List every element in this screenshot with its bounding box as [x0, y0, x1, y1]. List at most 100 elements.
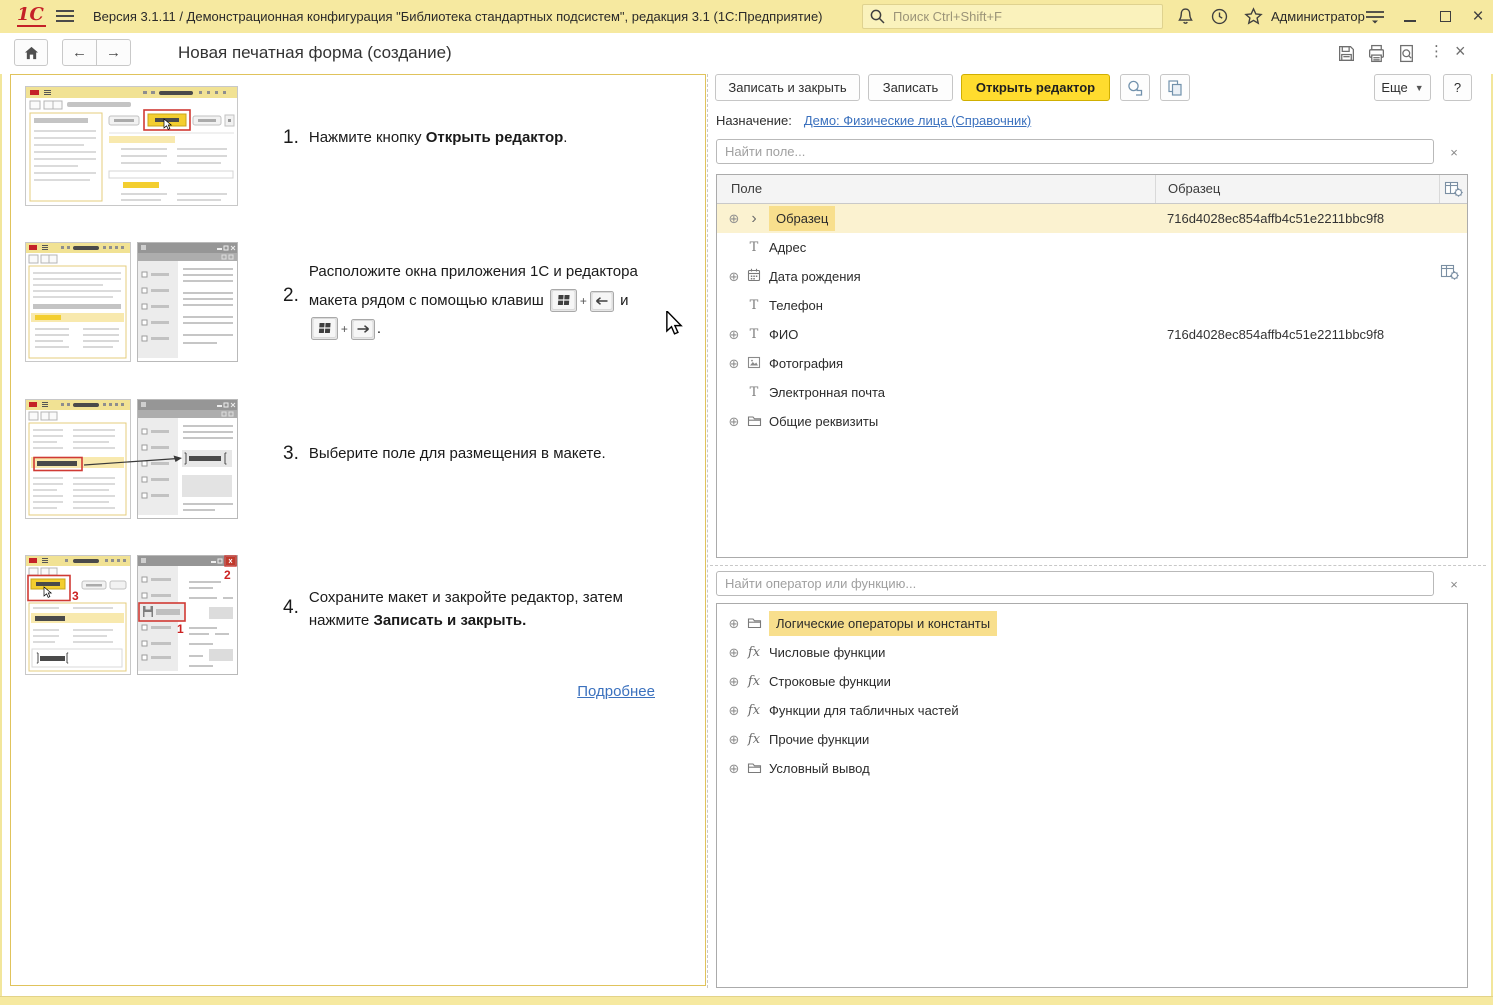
- expand-icon[interactable]: ⊕: [726, 761, 742, 777]
- field-search-input[interactable]: [716, 139, 1434, 164]
- save-icon[interactable]: [1337, 44, 1356, 63]
- more-dots-icon[interactable]: ⋮: [1429, 42, 1444, 60]
- chevron-down-icon: ▼: [1415, 83, 1424, 93]
- history-clock-icon[interactable]: [1210, 7, 1229, 26]
- step-text: Расположите окна приложения 1С и редакто…: [309, 263, 638, 280]
- more-details-link[interactable]: Подробнее: [577, 683, 655, 700]
- tree-item-label: Функции для табличных частей: [769, 703, 959, 718]
- step-2: 2. Расположите окна приложения 1С и реда…: [283, 258, 638, 344]
- svg-text:3: 3: [72, 589, 79, 603]
- table-row-address[interactable]: T Адрес: [717, 233, 1467, 262]
- table-settings-button[interactable]: [1439, 175, 1467, 203]
- home-icon: [24, 46, 39, 60]
- table-row-phone[interactable]: T Телефон: [717, 291, 1467, 320]
- more-actions-button[interactable]: Еще ▼: [1374, 74, 1431, 101]
- tree-item-tabular-functions[interactable]: ⊕ fx Функции для табличных частей: [717, 696, 1467, 725]
- maximize-button[interactable]: [1430, 0, 1460, 33]
- function-icon: fx: [745, 732, 763, 747]
- help-button[interactable]: ?: [1443, 74, 1472, 101]
- main-menu-icon[interactable]: [56, 10, 74, 23]
- expand-icon[interactable]: ⊕: [726, 356, 742, 372]
- save-and-close-button[interactable]: Записать и закрыть: [715, 74, 860, 101]
- clear-operator-search-icon[interactable]: ×: [1444, 574, 1464, 594]
- table-row-email[interactable]: T Электронная почта: [717, 378, 1467, 407]
- column-header-field[interactable]: Поле: [717, 175, 1155, 203]
- global-search-input[interactable]: [862, 4, 1163, 29]
- table-header: Поле Образец: [717, 175, 1467, 204]
- step-4: 4. Сохраните макет и закройте редактор, …: [283, 587, 623, 632]
- step-text-bold: Открыть редактор: [426, 129, 564, 146]
- table-settings-icon: [1440, 263, 1460, 281]
- operator-search-input[interactable]: [716, 571, 1434, 596]
- minimize-button[interactable]: [1395, 0, 1425, 33]
- expand-icon[interactable]: ⊕: [726, 674, 742, 690]
- pick-field-button[interactable]: [1120, 74, 1150, 101]
- expand-icon[interactable]: ⊕: [726, 414, 742, 430]
- step-number: 3.: [283, 443, 299, 466]
- field-sample-value: 716d4028ec854affb4c51e2211bbc9f8: [1167, 327, 1384, 342]
- purpose-label: Назначение:: [716, 113, 792, 128]
- more-label: Еще: [1381, 80, 1407, 95]
- purpose-link[interactable]: Демо: Физические лица (Справочник): [804, 113, 1031, 128]
- function-icon: fx: [745, 674, 763, 689]
- step-4-image: 3 2: [25, 555, 238, 675]
- close-window-button[interactable]: ×: [1463, 0, 1493, 33]
- tree-item-conditional-output[interactable]: ⊕ Условный вывод: [717, 754, 1467, 783]
- form-toolbar: ← → Новая печатная форма (создание) ⋮ ×: [0, 33, 1493, 74]
- field-sample-value: 716d4028ec854affb4c51e2211bbc9f8: [1167, 211, 1384, 226]
- table-row-common-attributes[interactable]: ⊕ Общие реквизиты: [717, 407, 1467, 436]
- field-name: ФИО: [769, 327, 798, 342]
- step-3-image: [25, 399, 238, 519]
- tree-item-label: Условный вывод: [769, 761, 870, 776]
- expand-icon[interactable]: ⊕: [726, 616, 742, 632]
- table-row-fullname[interactable]: ⊕ T ФИО 716d4028ec854affb4c51e2211bbc9f8: [717, 320, 1467, 349]
- tree-item-logical-operators[interactable]: ⊕ Логические операторы и константы: [717, 609, 1467, 638]
- notifications-bell-icon[interactable]: [1176, 7, 1195, 26]
- function-icon: fx: [745, 645, 763, 660]
- copy-icon: [1166, 79, 1184, 97]
- tree-item-string-functions[interactable]: ⊕ fx Строковые функции: [717, 667, 1467, 696]
- step-number: 1.: [283, 127, 299, 150]
- svg-text:1: 1: [177, 622, 184, 636]
- expand-icon[interactable]: ⊕: [726, 269, 742, 285]
- clear-field-search-icon[interactable]: ×: [1444, 142, 1464, 162]
- step-text: Сохраните макет и закройте редактор, зат…: [309, 589, 623, 606]
- copy-button[interactable]: [1160, 74, 1190, 101]
- table-row-birthdate[interactable]: ⊕ Дата рождения: [717, 262, 1467, 291]
- forward-button[interactable]: →: [96, 39, 131, 66]
- step-text: .: [377, 320, 381, 337]
- print-icon[interactable]: [1367, 44, 1386, 63]
- table-row-sample[interactable]: ⊕ › Образец 716d4028ec854affb4c51e2211bb…: [717, 204, 1467, 233]
- horizontal-splitter[interactable]: [710, 565, 1486, 566]
- column-header-sample[interactable]: Образец: [1155, 175, 1439, 203]
- expand-icon[interactable]: ⊕: [726, 327, 742, 343]
- current-user[interactable]: Администратор: [1271, 9, 1365, 24]
- tree-item-numeric-functions[interactable]: ⊕ fx Числовые функции: [717, 638, 1467, 667]
- plus-sign: +: [580, 294, 587, 308]
- step-2-image: [25, 242, 238, 362]
- tree-item-label: Прочие функции: [769, 732, 869, 747]
- global-search: [862, 4, 1163, 29]
- step-text: Нажмите кнопку: [309, 129, 426, 146]
- step-number: 4.: [283, 597, 299, 632]
- vertical-splitter[interactable]: [707, 74, 708, 988]
- windows-key-icon: [550, 289, 577, 312]
- table-row-photo[interactable]: ⊕ Фотография: [717, 349, 1467, 378]
- service-menu-icon[interactable]: [1364, 10, 1386, 25]
- expand-icon[interactable]: ⊕: [726, 645, 742, 661]
- expand-icon[interactable]: ⊕: [726, 732, 742, 748]
- print-preview-icon[interactable]: [1397, 44, 1416, 63]
- tree-item-other-functions[interactable]: ⊕ fx Прочие функции: [717, 725, 1467, 754]
- field-name: Телефон: [769, 298, 823, 313]
- open-editor-button[interactable]: Открыть редактор: [961, 74, 1110, 101]
- save-button[interactable]: Записать: [868, 74, 953, 101]
- close-form-icon[interactable]: ×: [1455, 41, 1466, 62]
- purpose-row: Назначение: Демо: Физические лица (Справо…: [716, 113, 1031, 128]
- expand-icon[interactable]: ⊕: [726, 703, 742, 719]
- list-settings-button[interactable]: [1440, 263, 1460, 286]
- favorites-star-icon[interactable]: [1244, 7, 1263, 26]
- chevron-right-icon[interactable]: ›: [745, 211, 763, 227]
- back-button[interactable]: ←: [62, 39, 97, 66]
- expand-icon[interactable]: ⊕: [726, 211, 742, 227]
- home-button[interactable]: [14, 39, 48, 66]
